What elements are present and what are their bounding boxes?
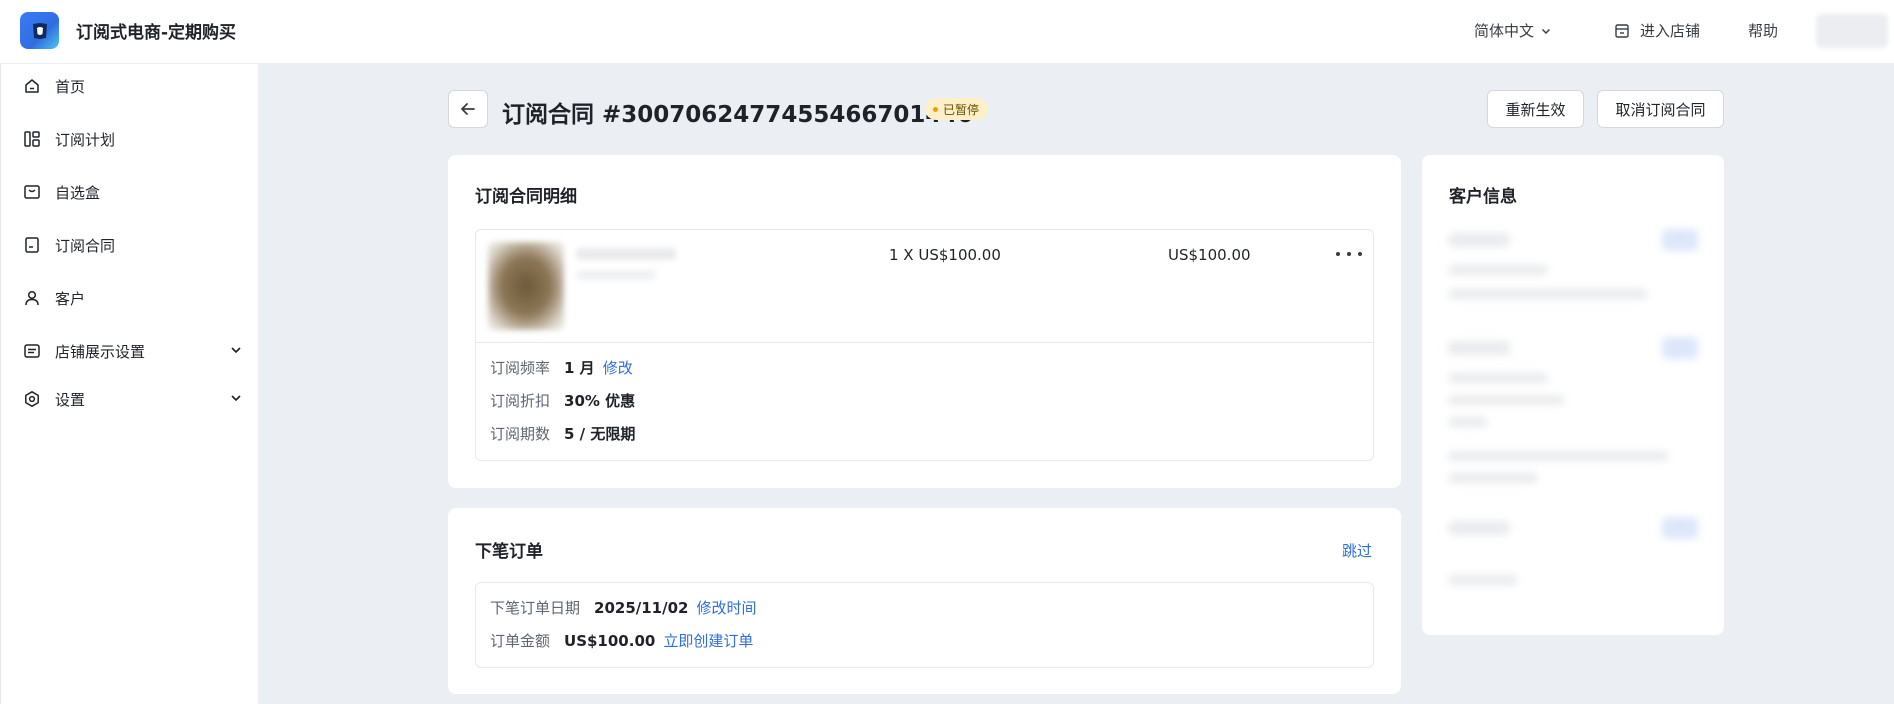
top-bar: 订阅式电商-定期购买 简体中文 进入店铺 帮助 bbox=[0, 0, 1894, 64]
customer-field bbox=[1448, 473, 1538, 483]
field-label: 下笔订单日期 bbox=[490, 599, 581, 617]
sidebar-item-plans[interactable]: 订阅计划 bbox=[23, 124, 243, 154]
sidebar-item-label: 设置 bbox=[55, 390, 86, 409]
enter-shop-link[interactable]: 进入店铺 bbox=[1614, 20, 1700, 41]
reactivate-button[interactable]: 重新生效 bbox=[1487, 90, 1584, 128]
customer-field bbox=[1448, 289, 1648, 299]
language-label: 简体中文 bbox=[1474, 22, 1535, 40]
product-variant bbox=[576, 270, 656, 280]
card-title: 下笔订单 bbox=[475, 542, 543, 562]
customer-field bbox=[1448, 575, 1518, 585]
product-name bbox=[576, 248, 676, 260]
field-label: 订单金额 bbox=[490, 632, 551, 650]
sidebar-item-home[interactable]: 首页 bbox=[23, 71, 243, 101]
chevron-down-icon bbox=[231, 395, 241, 402]
frequency-row: 订阅频率 1 月 修改 bbox=[490, 357, 633, 378]
field-value: US$100.00 bbox=[564, 631, 656, 650]
cancel-contract-button[interactable]: 取消订阅合同 bbox=[1597, 90, 1724, 128]
skip-link[interactable]: 跳过 bbox=[1342, 540, 1372, 561]
field-value: 1 月 bbox=[564, 359, 595, 377]
sidebar-item-label: 店铺展示设置 bbox=[55, 342, 146, 361]
user-icon bbox=[23, 289, 41, 307]
sidebar-item-label: 客户 bbox=[55, 289, 86, 308]
home-icon bbox=[23, 77, 41, 95]
user-avatar[interactable] bbox=[1816, 14, 1888, 48]
field-value: 5 / 无限期 bbox=[564, 425, 636, 443]
order-amount-row: 订单金额 US$100.00 立即创建订单 bbox=[490, 630, 753, 651]
status-dot-icon bbox=[933, 106, 938, 112]
chevron-down-icon bbox=[231, 347, 241, 354]
customer-field bbox=[1448, 417, 1488, 427]
customer-field bbox=[1448, 265, 1548, 275]
discount-row: 订阅折扣 30% 优惠 bbox=[490, 390, 635, 411]
page-title: 订阅合同 #30070624774554667014​40 bbox=[502, 102, 974, 128]
customer-action[interactable] bbox=[1662, 517, 1698, 539]
arrow-left-icon bbox=[461, 103, 475, 115]
customer-field bbox=[1448, 233, 1510, 247]
product-image bbox=[488, 242, 564, 330]
product-row: 1 X US$100.00 US$100.00 bbox=[476, 230, 1373, 343]
card-title: 客户信息 bbox=[1449, 187, 1517, 207]
customer-field bbox=[1448, 451, 1668, 461]
customer-action[interactable] bbox=[1662, 337, 1698, 359]
sidebar-item-box[interactable]: 自选盒 bbox=[23, 177, 243, 207]
sidebar-item-label: 订阅计划 bbox=[55, 130, 116, 149]
card-title: 订阅合同明细 bbox=[475, 187, 577, 207]
chevron-down-icon bbox=[1541, 28, 1551, 34]
language-selector[interactable]: 简体中文 bbox=[1474, 20, 1552, 41]
field-value: 2025/11/02 bbox=[594, 598, 689, 617]
sidebar-item-store-display[interactable]: 店铺展示设置 bbox=[23, 336, 243, 366]
next-order-date-row: 下笔订单日期 2025/11/02 修改时间 bbox=[490, 597, 756, 618]
app-title: 订阅式电商-定期购买 bbox=[76, 23, 237, 43]
more-options-icon[interactable] bbox=[1336, 244, 1362, 264]
customer-field bbox=[1448, 395, 1564, 405]
sidebar-item-label: 订阅合同 bbox=[55, 236, 116, 255]
sidebar-item-label: 首页 bbox=[55, 77, 86, 96]
back-button[interactable] bbox=[448, 90, 488, 128]
settings-icon bbox=[23, 390, 41, 408]
sidebar-item-customers[interactable]: 客户 bbox=[23, 283, 243, 313]
edit-frequency-link[interactable]: 修改 bbox=[603, 357, 633, 378]
next-order-box: 下笔订单日期 2025/11/02 修改时间 订单金额 US$100.00 立即… bbox=[475, 582, 1374, 668]
periods-row: 订阅期数 5 / 无限期 bbox=[490, 423, 635, 444]
status-label: 已暂停 bbox=[943, 102, 980, 117]
customer-field bbox=[1448, 341, 1510, 355]
field-label: 订阅折扣 bbox=[490, 392, 551, 410]
sidebar-item-label: 自选盒 bbox=[55, 183, 101, 202]
edit-time-link[interactable]: 修改时间 bbox=[696, 597, 756, 618]
box-icon bbox=[23, 183, 41, 201]
sidebar-item-contracts[interactable]: 订阅合同 bbox=[23, 230, 243, 260]
help-link[interactable]: 帮助 bbox=[1748, 20, 1778, 41]
field-label: 订阅频率 bbox=[490, 359, 551, 377]
contract-detail-card: 订阅合同明细 1 X US$100.00 US$100.00 订阅频率 1 月 … bbox=[448, 155, 1401, 488]
line-total: US$100.00 bbox=[1168, 246, 1251, 264]
sidebar: 首页 订阅计划 自选盒 订阅合同 客户 店铺展示设置 设置 bbox=[0, 64, 258, 704]
next-order-card: 下笔订单 跳过 下笔订单日期 2025/11/02 修改时间 订单金额 US$1… bbox=[448, 508, 1401, 694]
status-badge: 已暂停 bbox=[925, 98, 989, 120]
field-value: 30% 优惠 bbox=[564, 392, 636, 410]
plan-icon bbox=[23, 130, 41, 148]
customer-info-card: 客户信息 bbox=[1422, 155, 1724, 635]
create-order-link[interactable]: 立即创建订单 bbox=[663, 630, 753, 651]
line-item-box: 1 X US$100.00 US$100.00 订阅频率 1 月 修改 订阅折扣… bbox=[475, 229, 1374, 461]
customer-field bbox=[1448, 373, 1548, 383]
sidebar-item-settings[interactable]: 设置 bbox=[23, 384, 243, 414]
customer-field bbox=[1448, 521, 1510, 535]
quantity-price: 1 X US$100.00 bbox=[889, 246, 1001, 264]
app-logo-icon[interactable] bbox=[20, 12, 59, 49]
display-icon bbox=[23, 342, 41, 360]
customer-action[interactable] bbox=[1662, 229, 1698, 251]
store-icon bbox=[1615, 23, 1629, 38]
enter-shop-label: 进入店铺 bbox=[1640, 22, 1701, 40]
field-label: 订阅期数 bbox=[490, 425, 551, 443]
contract-icon bbox=[23, 236, 41, 254]
